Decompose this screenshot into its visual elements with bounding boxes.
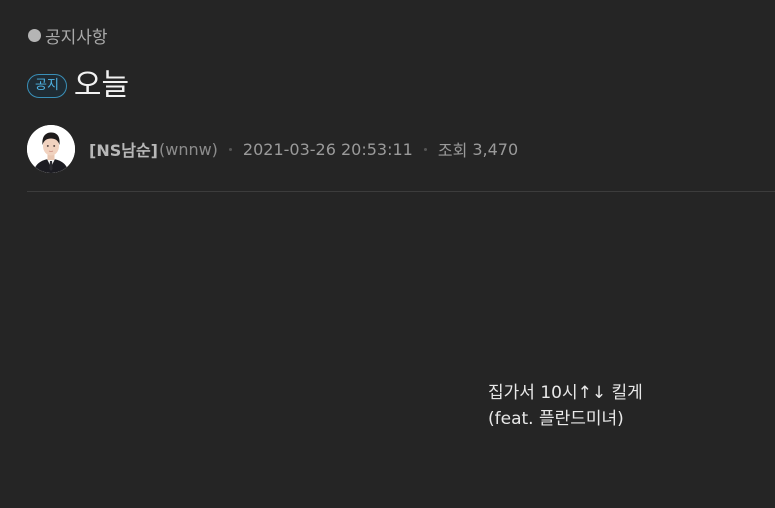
meta-separator [423,147,427,151]
content-line: 집가서 10시↑↓ 킬게 [488,383,643,403]
post-content: 집가서 10시↑↓ 킬게 (feat. 플란드미녀) [488,380,643,432]
post-title: 오늘 [73,68,130,103]
board-category[interactable]: 공지사항 [28,23,108,48]
views-count: 3,470 [472,139,519,159]
post-title-row: 공지 오늘 [27,68,129,104]
notice-badge: 공지 [27,74,67,98]
bullet-icon [28,29,41,42]
author-id: (wnnw) [158,139,218,159]
views-label: 조회 [437,141,468,160]
post-datetime: 2021-03-26 20:53:11 [242,139,413,159]
avatar-portrait-icon [27,125,75,173]
post-meta: [NS남순] (wnnw) 2021-03-26 20:53:11 조회 3,4… [27,125,518,173]
content-line: (feat. 플란드미녀) [488,409,624,429]
avatar[interactable] [27,125,75,173]
board-category-label: 공지사항 [45,28,108,48]
header-divider [27,191,775,192]
meta-separator [228,147,232,151]
author-name[interactable]: [NS남순] [89,137,158,161]
